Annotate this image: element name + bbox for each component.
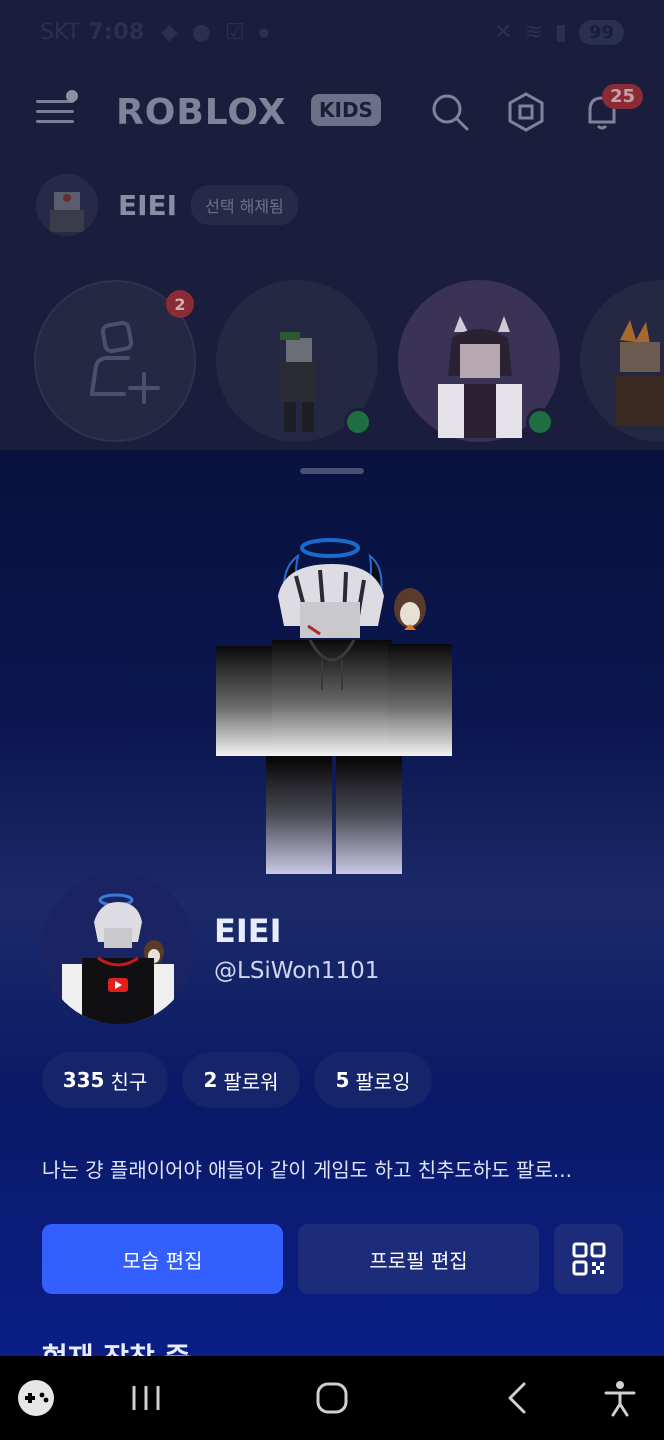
- carrier: SKT: [40, 19, 81, 45]
- home-icon[interactable]: [312, 1376, 352, 1420]
- sheet-drag-handle[interactable]: [300, 468, 364, 474]
- following-label: 팔로잉: [355, 1069, 411, 1094]
- friends-count: 335: [62, 1068, 105, 1092]
- qr-code-icon: [572, 1242, 605, 1276]
- wifi-icon: ≋: [524, 19, 543, 45]
- followers-count-button[interactable]: 2 팔로워: [182, 1052, 300, 1108]
- back-icon[interactable]: [498, 1376, 538, 1420]
- clock: 7:08: [88, 19, 145, 45]
- edit-avatar-button[interactable]: 모습 편집: [42, 1224, 283, 1294]
- game-controller-icon[interactable]: [16, 1376, 56, 1420]
- system-navigation-bar: [0, 1356, 664, 1440]
- online-indicator: [526, 408, 554, 436]
- small-dot-icon: ●: [258, 25, 270, 39]
- avatar-3d-preview[interactable]: [200, 530, 470, 890]
- menu-icon[interactable]: [36, 90, 78, 128]
- followers-label: 팔로워: [223, 1069, 279, 1094]
- mute-icon: ✕: [493, 19, 513, 45]
- online-indicator: [344, 408, 372, 436]
- following-count-button[interactable]: 5 팔로잉: [314, 1052, 432, 1108]
- kids-badge: KIDS: [311, 94, 381, 126]
- avatar: [36, 174, 98, 236]
- status-chip[interactable]: 선택 해제됨: [191, 185, 298, 225]
- status-icons: ◆ ● ☑ ●: [161, 20, 269, 45]
- check-box-icon: ☑: [224, 19, 245, 45]
- accessibility-icon[interactable]: [600, 1376, 640, 1420]
- friends-label: 친구: [110, 1069, 148, 1094]
- display-name: EIEI: [214, 912, 282, 950]
- roblox-logo: ROBLOX: [116, 92, 287, 133]
- robux-icon[interactable]: [506, 92, 546, 132]
- edit-profile-button[interactable]: 프로필 편집: [298, 1224, 539, 1294]
- diamond-icon: ◆: [160, 19, 178, 45]
- background-profile-row[interactable]: EIEI 선택 해제됨: [36, 174, 298, 236]
- notification-badge: 25: [602, 84, 644, 109]
- dot-icon: ●: [191, 19, 211, 45]
- following-count: 5: [335, 1068, 350, 1092]
- recent-apps-icon[interactable]: [126, 1376, 166, 1420]
- battery-indicator: 99: [578, 19, 624, 45]
- background-display-name: EIEI: [118, 188, 178, 222]
- status-bar: SKT 7:08 ◆ ● ☑ ● ✕ ≋ ▮ 99: [0, 0, 664, 64]
- profile-avatar[interactable]: [42, 872, 194, 1024]
- signal-icon: ▮: [554, 19, 567, 45]
- menu-notification-dot: [66, 90, 78, 102]
- currently-wearing-heading: 현재 장착 중: [42, 1336, 190, 1356]
- top-navigation: ROBLOX KIDS: [0, 72, 664, 152]
- username: @LSiWon1101: [214, 958, 380, 984]
- friend-request-badge: 2: [166, 290, 194, 318]
- search-icon[interactable]: [430, 92, 470, 132]
- qr-code-button[interactable]: [554, 1224, 623, 1294]
- status-right: ✕ ≋ ▮ 99: [493, 19, 624, 45]
- friend-avatar[interactable]: [580, 280, 664, 442]
- profile-bio[interactable]: 나는 걍 플래이어야 애들아 같이 게임도 하고 친추도하도 팔로...: [42, 1154, 622, 1183]
- friends-count-button[interactable]: 335 친구: [42, 1052, 168, 1108]
- followers-count: 2: [203, 1068, 218, 1092]
- background-app: SKT 7:08 ◆ ● ☑ ● ✕ ≋ ▮ 99 ROBLOX KIDS 25…: [0, 0, 664, 450]
- profile-sheet: EIEI @LSiWon1101 335 친구 2 팔로워 5 팔로잉 나는 걍…: [0, 450, 664, 1356]
